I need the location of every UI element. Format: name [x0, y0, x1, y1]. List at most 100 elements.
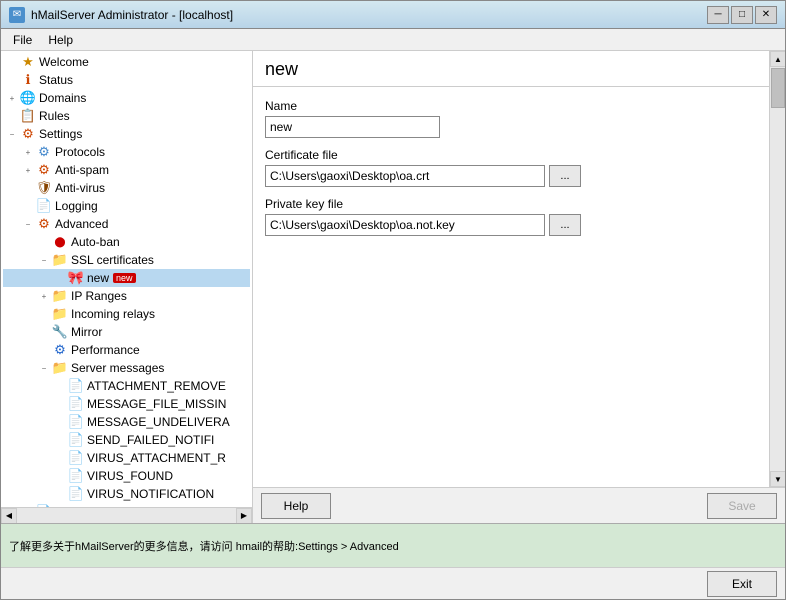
sidebar-item-message-file-missing[interactable]: 📄 MESSAGE_FILE_MISSIN [3, 395, 250, 413]
sidebar-item-rules[interactable]: 📋 Rules [3, 107, 250, 125]
minimize-button[interactable]: ─ [707, 6, 729, 24]
virus-notification-label: VIRUS_NOTIFICATION [87, 487, 214, 501]
private-key-browse-button[interactable]: ... [549, 214, 581, 236]
vscroll-track[interactable] [770, 67, 785, 471]
attachment-removed-icon: 📄 [68, 378, 84, 394]
sidebar-item-virus-notification[interactable]: 📄 VIRUS_NOTIFICATION [3, 485, 250, 503]
vscroll-up[interactable]: ▲ [770, 51, 785, 67]
sidebar-hscrollbar: ◀ ▶ [1, 507, 252, 523]
hscroll-track[interactable] [17, 508, 236, 524]
expand-settings[interactable]: − [5, 127, 19, 141]
sidebar-item-new[interactable]: 🎀 new new [3, 269, 250, 287]
sidebar-item-domains[interactable]: + 🌐 Domains [3, 89, 250, 107]
help-button[interactable]: Help [261, 493, 331, 519]
virus-found-icon: 📄 [68, 468, 84, 484]
no-expand-antivirus [21, 181, 35, 195]
cert-file-browse-button[interactable]: ... [549, 165, 581, 187]
protocols-label: Protocols [55, 145, 105, 159]
title-bar: ✉ hMailServer Administrator - [localhost… [1, 1, 785, 29]
sidebar-item-antispam[interactable]: + ⚙ Anti-spam [3, 161, 250, 179]
expand-ip-ranges[interactable]: + [37, 289, 51, 303]
cert-file-input[interactable] [265, 165, 545, 187]
performance-icon: ⚙ [52, 342, 68, 358]
sidebar-item-logging[interactable]: 📄 Logging [3, 197, 250, 215]
expand-ssl-certs[interactable]: − [37, 253, 51, 267]
name-input[interactable] [265, 116, 440, 138]
no-expand-sf [53, 433, 67, 447]
no-expand-att [53, 379, 67, 393]
expand-server-msg[interactable]: − [37, 361, 51, 375]
exit-button[interactable]: Exit [707, 571, 777, 597]
status-text: 了解更多关于hMailServer的更多信息，请访问 hmail的帮助:Sett… [9, 538, 399, 554]
sidebar-item-mirror[interactable]: 🔧 Mirror [3, 323, 250, 341]
sidebar-item-message-undeliverable[interactable]: 📄 MESSAGE_UNDELIVERA [3, 413, 250, 431]
save-button[interactable]: Save [707, 493, 777, 519]
server-messages-label: Server messages [71, 361, 164, 375]
expand-protocols[interactable]: + [21, 145, 35, 159]
sidebar-item-ip-ranges[interactable]: + 📁 IP Ranges [3, 287, 250, 305]
private-key-input[interactable] [265, 214, 545, 236]
sidebar: ★ Welcome ℹ Status + 🌐 Domains [1, 51, 253, 523]
expand-domains[interactable]: + [5, 91, 19, 105]
sidebar-item-protocols[interactable]: + ⚙ Protocols [3, 143, 250, 161]
rules-icon: 📋 [20, 108, 36, 124]
sidebar-item-ssl-certs[interactable]: − 📁 SSL certificates [3, 251, 250, 269]
incoming-relays-icon: 📁 [52, 306, 68, 322]
new-icon: 🎀 [68, 270, 84, 286]
window-controls: ─ □ ✕ [707, 6, 777, 24]
ssl-certs-label: SSL certificates [71, 253, 154, 267]
vscroll-down[interactable]: ▼ [770, 471, 785, 487]
app-icon: ✉ [9, 7, 25, 23]
status-bar: 了解更多关于hMailServer的更多信息，请访问 hmail的帮助:Sett… [1, 523, 785, 567]
sidebar-item-advanced[interactable]: − ⚙ Advanced [3, 215, 250, 233]
send-failed-icon: 📄 [68, 432, 84, 448]
content-title: new [253, 51, 769, 87]
incoming-relays-label: Incoming relays [71, 307, 155, 321]
hscroll-left[interactable]: ◀ [1, 508, 17, 524]
rules-label: Rules [39, 109, 70, 123]
sidebar-item-virus-found[interactable]: 📄 VIRUS_FOUND [3, 467, 250, 485]
main-window: ✉ hMailServer Administrator - [localhost… [0, 0, 786, 600]
settings-label: Settings [39, 127, 82, 141]
cert-file-form-row: Certificate file ... [265, 148, 757, 187]
maximize-button[interactable]: □ [731, 6, 753, 24]
virus-attachment-label: VIRUS_ATTACHMENT_R [87, 451, 226, 465]
sidebar-item-server-messages[interactable]: − 📁 Server messages [3, 359, 250, 377]
domains-label: Domains [39, 91, 86, 105]
sidebar-item-send-failed[interactable]: 📄 SEND_FAILED_NOTIFI [3, 431, 250, 449]
menu-help[interactable]: Help [40, 31, 81, 49]
sidebar-item-autoban[interactable]: ⬤ Auto-ban [3, 233, 250, 251]
sidebar-item-antivirus[interactable]: 🛡 Anti-virus [3, 179, 250, 197]
no-expand-new [53, 271, 67, 285]
sidebar-item-incoming-relays[interactable]: 📁 Incoming relays [3, 305, 250, 323]
title-bar-left: ✉ hMailServer Administrator - [localhost… [9, 7, 233, 23]
new-badge: new [113, 273, 136, 283]
ip-ranges-label: IP Ranges [71, 289, 127, 303]
expand-antispam[interactable]: + [21, 163, 35, 177]
expand-advanced[interactable]: − [21, 217, 35, 231]
close-button[interactable]: ✕ [755, 6, 777, 24]
virus-attachment-icon: 📄 [68, 450, 84, 466]
hscroll-right[interactable]: ▶ [236, 508, 252, 524]
sidebar-item-settings[interactable]: − ⚙ Settings [3, 125, 250, 143]
autoban-icon: ⬤ [52, 234, 68, 250]
private-key-label: Private key file [265, 197, 757, 211]
sidebar-item-performance[interactable]: ⚙ Performance [3, 341, 250, 359]
antispam-label: Anti-spam [55, 163, 109, 177]
attachment-removed-label: ATTACHMENT_REMOVE [87, 379, 226, 393]
logging-icon: 📄 [36, 198, 52, 214]
status-label: Status [39, 73, 73, 87]
antivirus-label: Anti-virus [55, 181, 105, 195]
antispam-icon: ⚙ [36, 162, 52, 178]
vscroll-thumb[interactable] [771, 68, 785, 108]
sidebar-item-attachment-removed[interactable]: 📄 ATTACHMENT_REMOVE [3, 377, 250, 395]
status-icon: ℹ [20, 72, 36, 88]
menu-file[interactable]: File [5, 31, 40, 49]
bottom-bar: Help Save [253, 487, 785, 523]
no-expand-perf [37, 343, 51, 357]
sidebar-item-virus-attachment[interactable]: 📄 VIRUS_ATTACHMENT_R [3, 449, 250, 467]
sidebar-item-status[interactable]: ℹ Status [3, 71, 250, 89]
sidebar-item-welcome[interactable]: ★ Welcome [3, 53, 250, 71]
cert-file-input-row: ... [265, 165, 757, 187]
tree-view: ★ Welcome ℹ Status + 🌐 Domains [1, 51, 252, 507]
